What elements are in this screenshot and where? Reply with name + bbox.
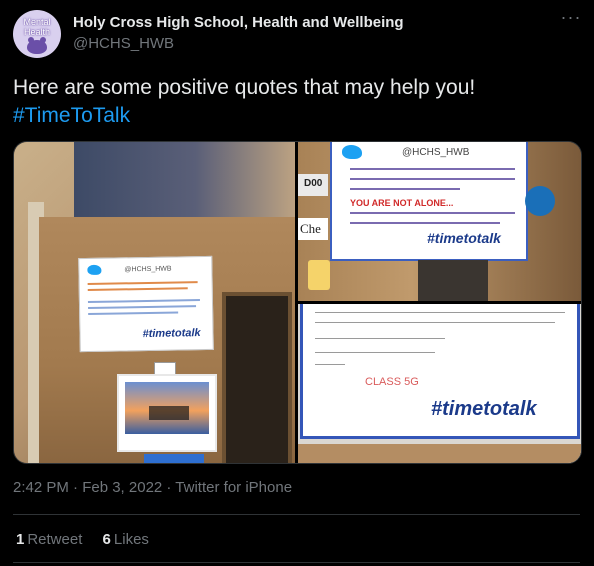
poster-script-line bbox=[350, 168, 515, 170]
twitter-bird-icon bbox=[87, 264, 102, 276]
photo-blue-strip bbox=[144, 454, 204, 463]
poster-handle: @HCHS_HWB bbox=[124, 265, 172, 274]
door-number-label: D00 bbox=[298, 174, 328, 196]
likes-count: 6 bbox=[102, 531, 111, 548]
paper-text-line bbox=[315, 322, 555, 323]
poster-hashtag: #timetotalk bbox=[431, 398, 537, 420]
poster-red-text: YOU ARE NOT ALONE... bbox=[350, 198, 454, 208]
author-handle[interactable]: @HCHS_HWB bbox=[73, 35, 174, 52]
avatar-text-line2: Health bbox=[23, 27, 50, 37]
photo-quote-poster: @HCHS_HWB YOU ARE NOT ALONE... #timetota… bbox=[330, 142, 528, 261]
poster-hashtag: #timetotalk bbox=[427, 230, 501, 246]
poster-handle: @HCHS_HWB bbox=[402, 147, 470, 158]
poster-text-line bbox=[88, 311, 179, 316]
paper-text-line bbox=[315, 338, 445, 339]
tweet-text: Here are some positive quotes that may h… bbox=[13, 74, 573, 130]
door-number-text: D00 bbox=[304, 178, 323, 189]
twitter-bird-icon bbox=[342, 145, 362, 159]
paper-text-line bbox=[315, 312, 565, 313]
tweet-body: Here are some positive quotes that may h… bbox=[13, 76, 476, 99]
engagement-stats: 1 Retweet 6 Likes bbox=[16, 531, 165, 548]
poster-hashtag: #timetotalk bbox=[142, 327, 201, 341]
divider bbox=[13, 562, 580, 563]
paper-text-line bbox=[315, 364, 345, 365]
retweets-stat[interactable]: 1 Retweet bbox=[16, 531, 82, 548]
avatar[interactable]: Mental Health bbox=[13, 10, 61, 58]
poster-text-line bbox=[87, 281, 198, 286]
divider bbox=[13, 514, 580, 515]
poster-script-line bbox=[350, 178, 515, 180]
retweets-label: Retweet bbox=[27, 531, 83, 548]
avatar-text-line1: Mental bbox=[23, 17, 51, 27]
poster-script-line bbox=[350, 212, 515, 214]
sunset-caption bbox=[149, 406, 189, 420]
photo-sunset-print bbox=[117, 374, 217, 452]
blue-circle-sticker bbox=[525, 186, 555, 216]
photo-shadow bbox=[418, 260, 488, 301]
poster-script-line bbox=[350, 188, 460, 190]
more-options-icon[interactable]: ··· bbox=[559, 8, 583, 30]
likes-label: Likes bbox=[113, 531, 149, 548]
tweet-header: Mental Health Holy Cross High School, He… bbox=[13, 8, 583, 60]
poster-text-line bbox=[87, 299, 200, 304]
photo-door-window bbox=[222, 292, 292, 463]
photo-door-poster[interactable]: @HCHS_HWB #timetotalk bbox=[14, 142, 295, 463]
poster-text-line bbox=[88, 305, 197, 310]
photo-class-poster[interactable]: CLASS 5G #timetotalk bbox=[298, 304, 581, 463]
photo-wood-edge bbox=[298, 444, 581, 463]
door-name-label: Che bbox=[298, 218, 328, 240]
music-note-sticker bbox=[308, 260, 330, 290]
retweets-count: 1 bbox=[16, 531, 25, 548]
door-name-text: Che bbox=[300, 221, 321, 236]
photo-depression-quote[interactable]: D00 Che @HCHS_HWB YOU ARE NOT ALONE... #… bbox=[298, 142, 581, 301]
tweet-timestamp[interactable]: 2:42 PM · Feb 3, 2022 · Twitter for iPho… bbox=[13, 479, 292, 496]
class-label: CLASS 5G bbox=[365, 376, 419, 388]
paper-text-line bbox=[315, 352, 435, 353]
likes-stat[interactable]: 6 Likes bbox=[103, 531, 149, 548]
avatar-mascot-icon bbox=[27, 37, 47, 54]
author-display-name[interactable]: Holy Cross High School, Health and Wellb… bbox=[73, 14, 404, 31]
photo-class-paper: CLASS 5G #timetotalk bbox=[300, 304, 580, 439]
photo-quote-poster: @HCHS_HWB #timetotalk bbox=[78, 255, 214, 353]
poster-text-line bbox=[87, 287, 188, 292]
media-grid: @HCHS_HWB #timetotalk D00 Che @HCHS_HWB … bbox=[13, 141, 582, 464]
hashtag-link[interactable]: #TimeToTalk bbox=[13, 102, 573, 130]
poster-script-line bbox=[350, 222, 500, 224]
